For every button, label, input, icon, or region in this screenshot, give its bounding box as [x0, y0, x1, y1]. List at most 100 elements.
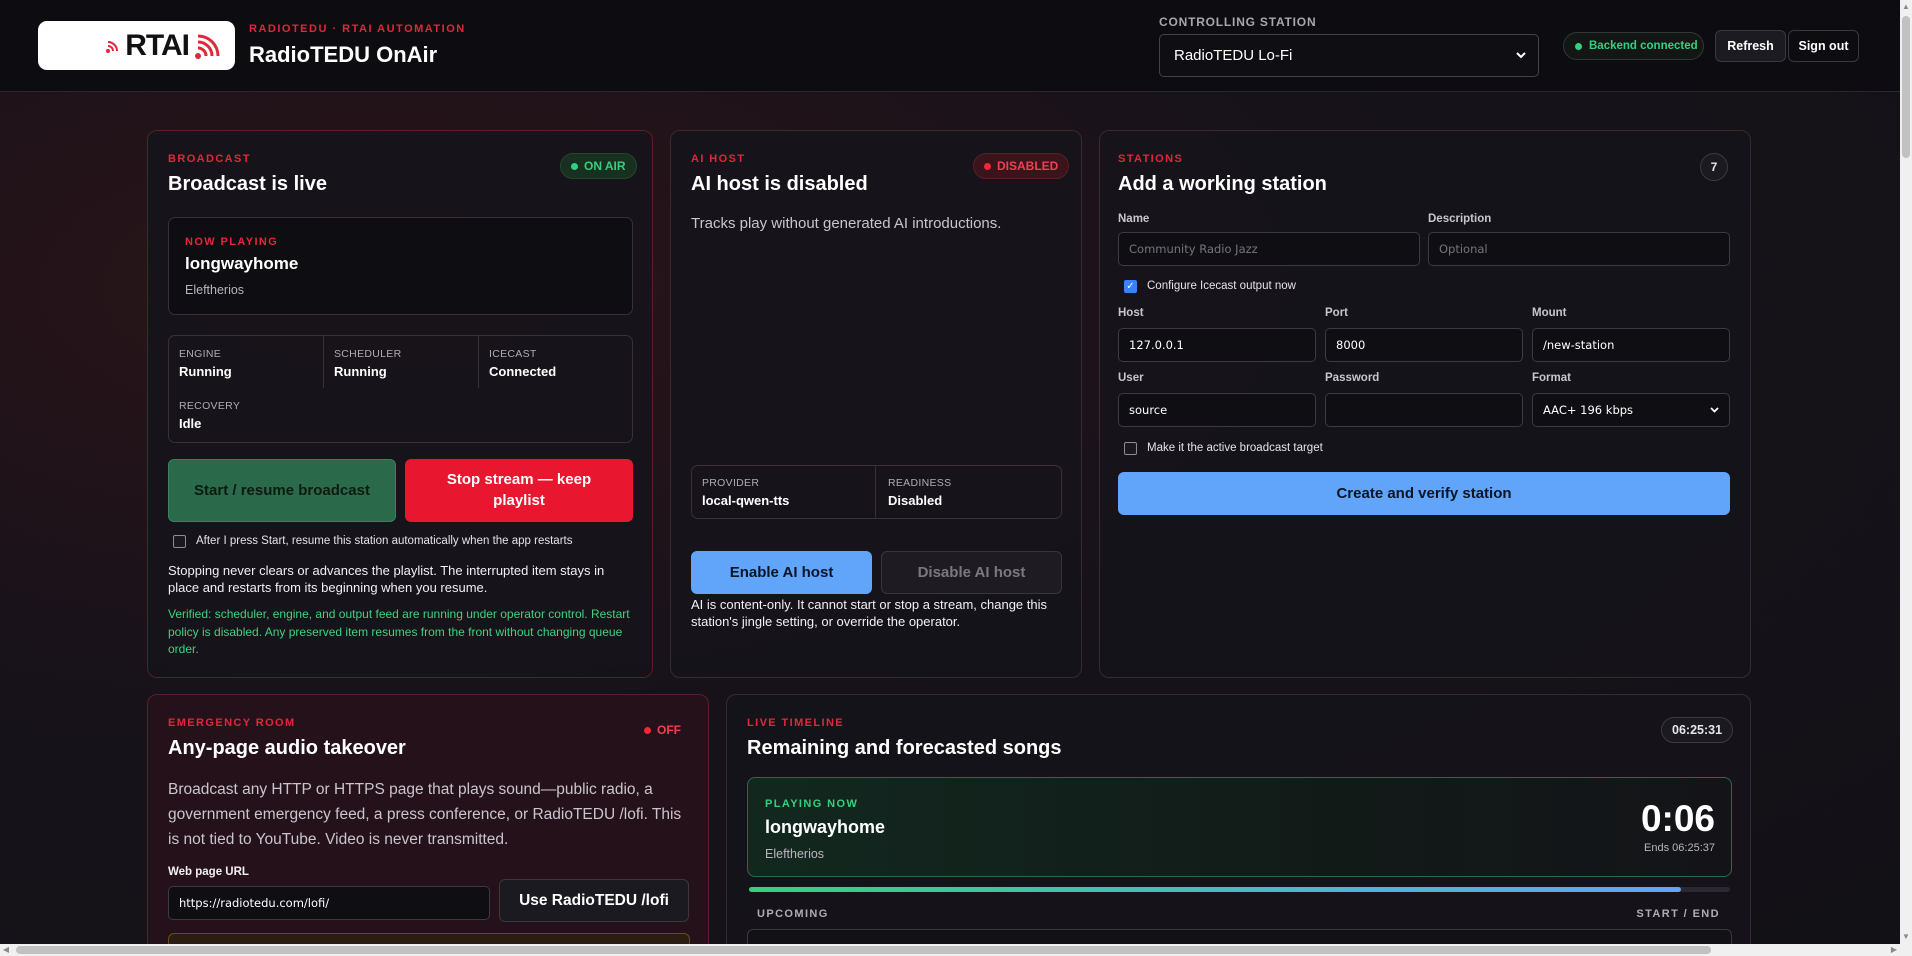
ai-host-note: AI is content-only. It cannot start or s… — [691, 597, 1047, 629]
password-label: Password — [1325, 372, 1380, 384]
vertical-scrollbar[interactable]: ▲ ▼ — [1900, 0, 1912, 956]
start-broadcast-button[interactable]: Start / resume broadcast — [168, 459, 396, 522]
disable-ai-host-button[interactable]: Disable AI host — [881, 551, 1062, 594]
backend-status-text: Backend connected — [1589, 40, 1698, 52]
active-target-label: Make it the active broadcast target — [1147, 442, 1323, 454]
ai-host-title: AI host is disabled — [691, 173, 868, 195]
timeline-title: Remaining and forecasted songs — [747, 737, 1062, 759]
auto-resume-checkbox[interactable] — [173, 535, 186, 548]
now-playing-artist: Eleftherios — [185, 283, 245, 297]
emergency-card: EMERGENCY ROOM Any-page audio takeover O… — [147, 694, 709, 956]
playing-now-artist: Eleftherios — [765, 847, 825, 861]
scroll-up-icon[interactable]: ▲ — [1902, 2, 1910, 12]
sign-out-button[interactable]: Sign out — [1788, 30, 1859, 62]
elapsed-time: 0:06 — [1640, 798, 1715, 839]
url-label: Web page URL — [168, 866, 249, 878]
emergency-off-text: OFF — [657, 723, 681, 737]
timeline-card: LIVE TIMELINE Remaining and forecasted s… — [726, 694, 1751, 956]
station-name-input[interactable]: Community Radio Jazz — [1118, 232, 1420, 266]
format-select[interactable]: AAC+ 196 kbps — [1532, 393, 1730, 427]
stat-value: Connected — [489, 364, 557, 379]
recovery-stat: RECOVERY Idle — [179, 400, 319, 431]
top-bar: RTAI RADIOTEDU · RTAI AUTOMATION RadioTE… — [0, 0, 1900, 92]
port-input[interactable]: 8000 — [1325, 328, 1523, 362]
readiness-stat: READINESS Disabled — [888, 477, 951, 508]
upcoming-label: UPCOMING — [757, 908, 829, 920]
refresh-button[interactable]: Refresh — [1715, 30, 1786, 62]
format-label: Format — [1532, 372, 1571, 384]
signal-waves-icon — [195, 34, 220, 59]
controlling-station-select[interactable]: RadioTEDU Lo-Fi — [1159, 34, 1539, 77]
verified-note: Verified: scheduler, engine, and output … — [168, 607, 630, 656]
stat-label: SCHEDULER — [334, 348, 402, 360]
mount-label: Mount — [1532, 307, 1567, 319]
horizontal-scroll-thumb[interactable] — [16, 946, 1711, 954]
controlling-station-value: RadioTEDU Lo-Fi — [1174, 47, 1293, 64]
status-dot-icon — [1575, 42, 1582, 50]
controlling-station-label: CONTROLLING STATION — [1159, 15, 1317, 29]
now-playing-box: NOW PLAYING longwayhome Eleftherios — [168, 217, 633, 315]
station-count-badge: 7 — [1700, 153, 1728, 181]
stop-stream-button[interactable]: Stop stream — keep playlist — [405, 459, 633, 522]
stations-title: Add a working station — [1118, 173, 1327, 195]
mount-input[interactable]: /new-station — [1532, 328, 1730, 362]
progress-fill — [749, 887, 1681, 892]
web-page-url-input[interactable]: https://radiotedu.com/lofi/ — [168, 886, 490, 920]
ai-host-info-grid: PROVIDER local-qwen-tts READINESS Disabl… — [691, 465, 1062, 519]
stat-value: local-qwen-tts — [702, 493, 790, 508]
now-playing-label: NOW PLAYING — [185, 236, 279, 248]
auto-resume-label: After I press Start, resume this station… — [196, 535, 573, 547]
now-playing-track: longwayhome — [185, 254, 299, 273]
stat-label: ENGINE — [179, 348, 222, 360]
active-target-checkbox[interactable] — [1124, 442, 1137, 455]
emergency-eyebrow: EMERGENCY ROOM — [168, 717, 296, 729]
broadcast-eyebrow: BROADCAST — [168, 153, 251, 165]
disabled-text: DISABLED — [997, 159, 1059, 173]
on-air-text: ON AIR — [584, 159, 626, 173]
broadcast-icon — [106, 40, 119, 53]
vertical-scroll-thumb[interactable] — [1902, 16, 1910, 158]
emergency-title: Any-page audio takeover — [168, 737, 406, 759]
provider-stat: PROVIDER local-qwen-tts — [702, 477, 789, 508]
create-station-button[interactable]: Create and verify station — [1118, 472, 1730, 515]
emergency-description: Broadcast any HTTP or HTTPS page that pl… — [168, 781, 682, 848]
ends-time: Ends 06:25:37 — [1644, 842, 1715, 854]
horizontal-scrollbar[interactable]: ◀ ▶ — [0, 944, 1900, 956]
stat-value: Disabled — [888, 493, 943, 508]
app-title: RadioTEDU OnAir — [249, 42, 438, 67]
stat-label: ICECAST — [489, 348, 537, 360]
use-lofi-button[interactable]: Use RadioTEDU /lofi — [499, 879, 689, 922]
format-value: AAC+ 196 kbps — [1543, 403, 1634, 417]
stat-label: READINESS — [888, 477, 952, 489]
emergency-off-badge: OFF — [634, 717, 691, 743]
stat-label: RECOVERY — [179, 400, 241, 412]
stat-label: PROVIDER — [702, 477, 760, 489]
start-end-label: START / END — [1636, 908, 1720, 920]
chevron-down-icon — [1516, 52, 1526, 59]
host-input[interactable]: 127.0.0.1 — [1118, 328, 1316, 362]
icecast-checkbox[interactable]: ✓ — [1124, 280, 1137, 293]
backend-status-badge: Backend connected — [1563, 32, 1704, 60]
scroll-down-icon[interactable]: ▼ — [1902, 932, 1910, 942]
chevron-down-icon — [1710, 407, 1719, 413]
brand-eyebrow: RADIOTEDU · RTAI AUTOMATION — [249, 23, 466, 35]
playing-now-track: longwayhome — [765, 817, 886, 837]
status-grid: ENGINE Running SCHEDULER Running ICECAST… — [168, 335, 633, 443]
scroll-left-icon[interactable]: ◀ — [0, 944, 12, 956]
password-input[interactable] — [1325, 393, 1523, 427]
scheduler-stat: SCHEDULER Running — [334, 348, 474, 379]
station-description-input[interactable]: Optional — [1428, 232, 1730, 266]
stat-value: Idle — [179, 416, 202, 431]
name-label: Name — [1118, 213, 1150, 225]
progress-track — [749, 887, 1730, 892]
timeline-clock: 06:25:31 — [1661, 717, 1734, 743]
icecast-checkbox-label: Configure Icecast output now — [1147, 280, 1296, 292]
user-input[interactable]: source — [1118, 393, 1316, 427]
enable-ai-host-button[interactable]: Enable AI host — [691, 551, 872, 594]
playing-now-box: PLAYING NOW longwayhome Eleftherios 0:06… — [747, 777, 1732, 877]
timeline-eyebrow: LIVE TIMELINE — [747, 717, 845, 729]
port-label: Port — [1325, 307, 1348, 319]
scroll-right-icon[interactable]: ▶ — [1888, 944, 1900, 956]
on-air-badge: ON AIR — [560, 153, 637, 179]
stat-value: Running — [334, 364, 387, 379]
